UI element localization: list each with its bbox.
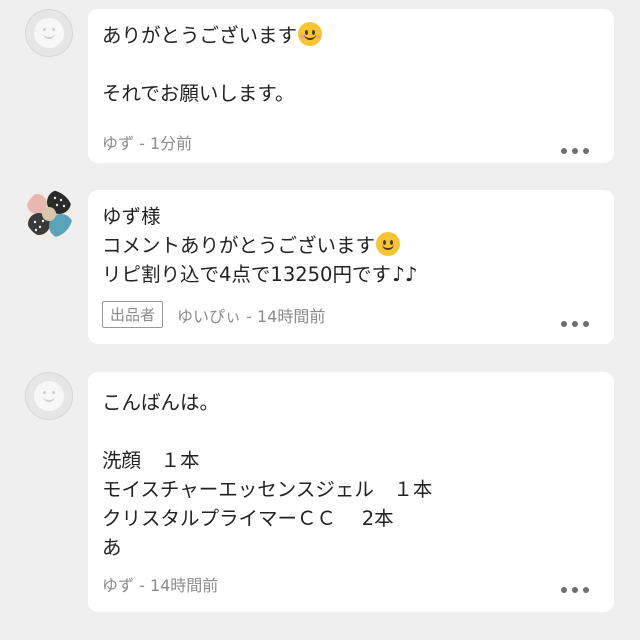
comment-text: クリスタルプライマーＣＣ 2本 <box>102 507 394 530</box>
comment-author-time: ゆず - 1分前 <box>102 134 193 153</box>
slightly-smiling-face-icon <box>376 232 401 256</box>
comment-card: ありがとうございます それでお願いします。 ゆず - 1分前 <box>88 9 614 163</box>
seller-badge: 出品者 <box>102 301 164 328</box>
comment-text: コメントありがとうございます <box>102 231 600 260</box>
default-avatar-face-icon <box>34 18 64 48</box>
comment-author-time: ゆいぴぃ - 14時間前 <box>177 306 326 326</box>
comment-text: あ <box>102 536 122 559</box>
musical-notes-icon: ♪♪ <box>391 262 418 286</box>
comment-text: ありがとうございます <box>102 21 600 50</box>
comment-meta: ゆず - 14時間前 <box>102 572 218 596</box>
comment-text: ゆず様 <box>102 205 161 228</box>
more-horizontal-icon[interactable] <box>561 586 589 594</box>
comment-meta: ゆず - 1分前 <box>102 130 192 154</box>
comment-card: ゆず様 コメントありがとうございます リピ割り込で4点で13250円です♪♪ 出… <box>88 190 614 344</box>
more-horizontal-icon[interactable] <box>561 147 589 155</box>
comment-meta: 出品者 ゆいぴぃ - 14時間前 <box>102 301 325 328</box>
seller-avatar-image <box>25 190 73 238</box>
comment-text: こんばんは。 <box>102 391 220 414</box>
comment-card: こんばんは。 洗顔 １本 モイスチャーエッセンスジェル １本 クリスタルプライマ… <box>88 372 614 612</box>
comment-text: それでお願いします。 <box>102 82 295 105</box>
more-horizontal-icon[interactable] <box>561 320 589 328</box>
default-avatar[interactable] <box>25 9 73 57</box>
comment-text-blank <box>102 417 600 446</box>
seller-avatar[interactable] <box>25 190 73 238</box>
comment-text-blank <box>102 50 600 79</box>
comment-text: リピ割り込で4点で13250円です♪♪ <box>102 262 418 286</box>
comment-text: モイスチャーエッセンスジェル １本 <box>102 478 433 501</box>
comment-text: 洗顔 １本 <box>102 449 200 472</box>
comment-author-time: ゆず - 14時間前 <box>102 576 219 595</box>
smiling-face-icon <box>298 22 323 46</box>
default-avatar[interactable] <box>25 372 73 420</box>
default-avatar-face-icon <box>34 381 64 411</box>
